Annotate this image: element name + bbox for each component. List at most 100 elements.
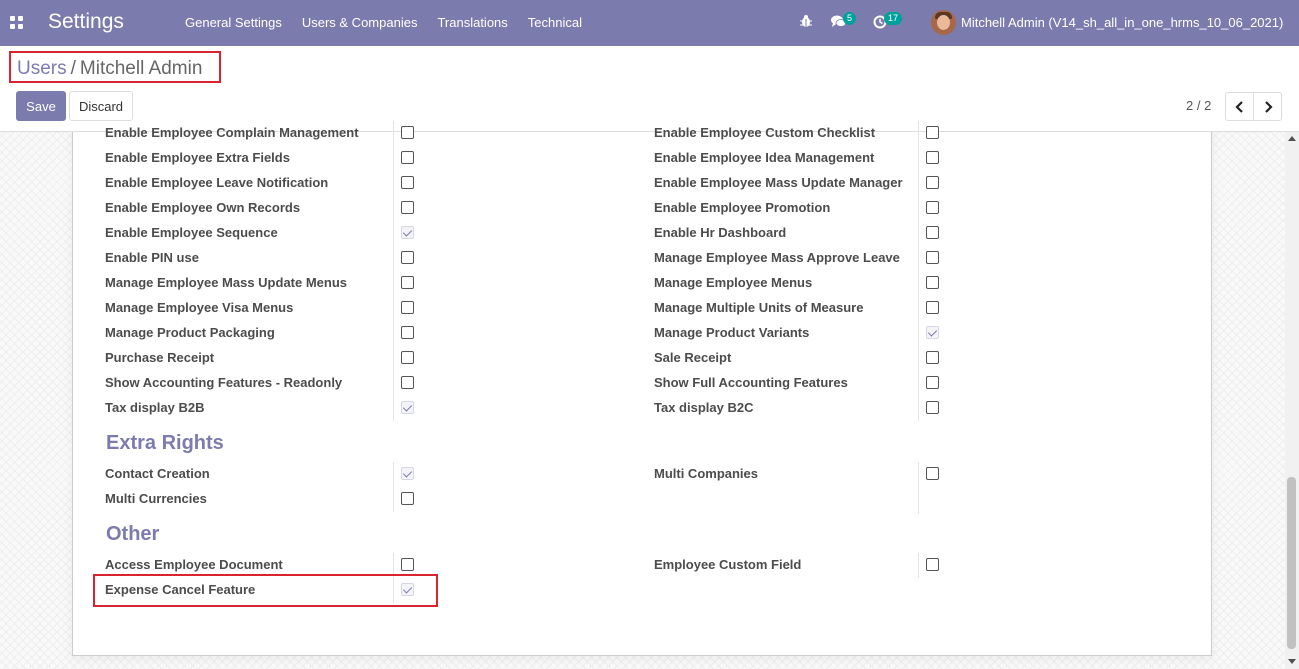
row-divider [393, 371, 394, 396]
checkbox[interactable] [926, 201, 939, 214]
highlight-box [93, 574, 438, 607]
right-label: Manage Multiple Units of Measure [654, 300, 864, 315]
row-divider [918, 196, 919, 221]
checkbox[interactable] [926, 126, 939, 139]
checkbox[interactable] [926, 251, 939, 264]
chat-count-badge: 5 [843, 12, 857, 25]
row-divider [393, 487, 394, 512]
section-title-other: Other [106, 523, 160, 545]
right-label: Enable Employee Idea Management [654, 150, 875, 165]
right-label: Multi Companies [654, 466, 759, 481]
right-label: Manage Product Packaging [105, 325, 275, 340]
app-title[interactable]: Settings [48, 10, 124, 34]
checkbox-checked[interactable] [401, 467, 414, 480]
breadcrumb-parent[interactable]: Users [17, 58, 67, 79]
menu-translations[interactable]: Translations [437, 15, 507, 30]
apps-icon[interactable] [10, 16, 23, 29]
checkbox[interactable] [401, 376, 414, 389]
scroll-down-arrow[interactable] [1288, 659, 1296, 664]
activity-count-badge: 17 [884, 12, 903, 25]
pager-previous-button[interactable] [1225, 92, 1254, 121]
chevron-right-icon [1264, 100, 1273, 113]
checkbox[interactable] [401, 176, 414, 189]
user-menu-name[interactable]: Mitchell Admin (V14_sh_all_in_one_hrms_1… [961, 15, 1283, 30]
checkbox[interactable] [401, 351, 414, 364]
checkbox[interactable] [926, 467, 939, 480]
checkbox-checked[interactable] [926, 326, 939, 339]
scroll-up-arrow[interactable] [1288, 136, 1296, 141]
row-divider [918, 296, 919, 321]
right-label: Enable PIN use [105, 250, 199, 265]
row-divider [918, 171, 919, 196]
checkbox[interactable] [926, 376, 939, 389]
chevron-left-icon [1234, 100, 1243, 113]
right-label: Manage Product Variants [654, 325, 810, 340]
row-divider [918, 462, 919, 487]
checkbox[interactable] [926, 301, 939, 314]
menu-users-companies[interactable]: Users & Companies [302, 15, 418, 30]
right-label: Sale Receipt [654, 350, 732, 365]
right-label: Tax display B2C [654, 400, 754, 415]
checkbox[interactable] [401, 251, 414, 264]
right-label: Manage Employee Mass Approve Leave [654, 250, 900, 265]
row-divider [393, 346, 394, 371]
scrollbar[interactable] [1285, 132, 1299, 669]
checkbox[interactable] [401, 301, 414, 314]
row-divider [393, 121, 394, 146]
checkbox[interactable] [926, 176, 939, 189]
row-divider [393, 146, 394, 171]
discard-button[interactable]: Discard [69, 91, 133, 121]
row-divider [393, 396, 394, 421]
checkbox[interactable] [401, 558, 414, 571]
row-divider [393, 321, 394, 346]
checkbox[interactable] [401, 201, 414, 214]
control-panel: Users / Mitchell Admin Save Discard 2 / 2 [0, 46, 1299, 132]
checkbox[interactable] [926, 351, 939, 364]
row-divider [393, 171, 394, 196]
row-divider [393, 196, 394, 221]
row-divider [918, 246, 919, 271]
right-label: Enable Employee Leave Notification [105, 175, 329, 190]
pager-value[interactable]: 2 / 2 [1186, 98, 1211, 113]
section-title-extra-rights: Extra Rights [106, 432, 224, 454]
checkbox[interactable] [401, 126, 414, 139]
row-divider [918, 396, 919, 421]
row-divider [918, 271, 919, 296]
menu-technical[interactable]: Technical [528, 15, 582, 30]
scroll-thumb[interactable] [1287, 477, 1296, 649]
checkbox[interactable] [926, 151, 939, 164]
menu-general-settings[interactable]: General Settings [185, 15, 282, 30]
checkbox[interactable] [401, 492, 414, 505]
breadcrumb-current: Mitchell Admin [79, 58, 203, 79]
checkbox[interactable] [401, 151, 414, 164]
row-divider [918, 321, 919, 346]
right-label: Manage Employee Visa Menus [105, 300, 294, 315]
right-label: Tax display B2B [105, 400, 205, 415]
right-label: Manage Employee Mass Update Menus [105, 275, 348, 290]
row-divider [918, 487, 919, 514]
right-label: Multi Currencies [105, 491, 207, 506]
row-divider [393, 271, 394, 296]
checkbox[interactable] [926, 276, 939, 289]
checkbox[interactable] [401, 276, 414, 289]
row-divider [918, 371, 919, 396]
checkbox[interactable] [926, 401, 939, 414]
right-label: Enable Employee Own Records [105, 200, 301, 215]
checkbox[interactable] [926, 226, 939, 239]
bug-icon[interactable] [800, 14, 812, 28]
row-divider [393, 221, 394, 246]
checkbox-checked[interactable] [401, 401, 414, 414]
row-divider [393, 296, 394, 321]
row-divider [393, 246, 394, 271]
checkbox[interactable] [401, 326, 414, 339]
avatar[interactable] [931, 10, 956, 35]
save-button[interactable]: Save [16, 91, 66, 121]
right-label: Manage Employee Menus [654, 275, 813, 290]
pager-next-button[interactable] [1253, 92, 1282, 121]
right-label: Show Accounting Features - Readonly [105, 375, 343, 390]
row-divider [918, 346, 919, 371]
checkbox[interactable] [926, 558, 939, 571]
row-divider [918, 553, 919, 578]
right-label: Enable Employee Custom Checklist [654, 125, 876, 140]
checkbox-checked[interactable] [401, 226, 414, 239]
